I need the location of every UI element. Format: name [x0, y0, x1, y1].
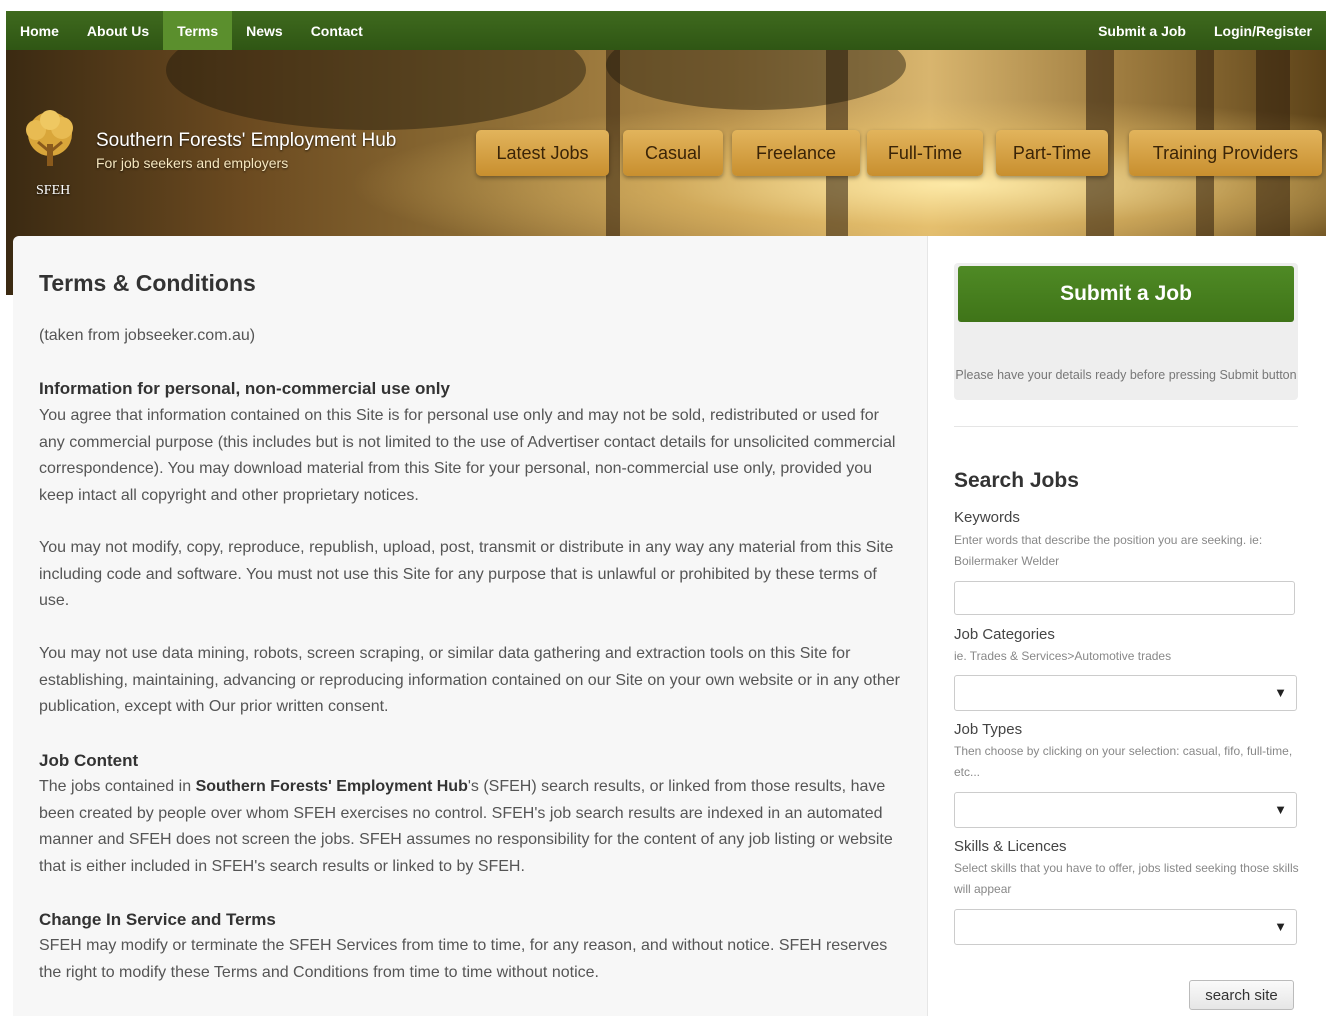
skills-licences-help: Select skills that you have to offer, jo…	[954, 861, 1299, 896]
chevron-down-icon: ▼	[1274, 802, 1287, 817]
nav-left-group: Home About Us Terms News Contact	[6, 11, 377, 50]
site-abbreviation: SFEH	[36, 183, 71, 198]
category-latest-jobs[interactable]: Latest Jobs	[476, 130, 609, 176]
nav-login-register[interactable]: Login/Register	[1200, 11, 1326, 50]
job-categories-help: ie. Trades & Services>Automotive trades	[954, 649, 1172, 663]
keywords-help: Enter words that describe the position y…	[954, 533, 1263, 568]
skills-licences-label: Skills & Licences	[954, 838, 1067, 855]
chevron-down-icon: ▼	[1274, 685, 1287, 700]
section-heading-job-content: Job Content	[39, 751, 139, 770]
category-casual[interactable]: Casual	[623, 130, 723, 176]
job-content-intro: The jobs contained in	[39, 778, 192, 795]
category-training-providers[interactable]: Training Providers	[1129, 130, 1322, 176]
search-site-button[interactable]: search site	[1189, 980, 1294, 1010]
nav-submit-job[interactable]: Submit a Job	[1084, 11, 1200, 50]
submit-job-note: Please have your details ready before pr…	[955, 368, 1297, 382]
category-full-time[interactable]: Full-Time	[867, 130, 983, 176]
nav-terms[interactable]: Terms	[163, 11, 233, 50]
nav-home[interactable]: Home	[6, 11, 73, 50]
nav-about-us[interactable]: About Us	[73, 11, 163, 50]
job-categories-label: Job Categories	[954, 626, 1055, 643]
section-paragraph: You may not modify, copy, reproduce, rep…	[39, 539, 894, 609]
section-paragraph: You may not use data mining, robots, scr…	[39, 645, 900, 715]
main-content: Terms & Conditions (taken from jobseeker…	[13, 236, 927, 1016]
section-paragraph: You agree that information contained on …	[39, 407, 896, 504]
nav-contact[interactable]: Contact	[297, 11, 377, 50]
section-paragraph-job-content: The jobs contained in Southern Forests' …	[39, 774, 909, 880]
sidebar: Submit a Job Please have your details re…	[927, 236, 1326, 1016]
site-title: Southern Forests' Employment Hub	[96, 130, 397, 151]
page-title: Terms & Conditions	[39, 270, 256, 296]
skills-licences-select[interactable]: ▼	[954, 909, 1297, 945]
section-heading-change-in-service: Change In Service and Terms	[39, 910, 276, 929]
search-jobs-title: Search Jobs	[954, 469, 1079, 492]
keywords-input[interactable]	[954, 581, 1295, 615]
nav-right-group: Submit a Job Login/Register	[1084, 11, 1326, 50]
keywords-label: Keywords	[954, 509, 1020, 526]
section-paragraph: SFEH may modify or terminate the SFEH Se…	[39, 937, 888, 981]
site-subtitle: For job seekers and employers	[96, 155, 289, 171]
job-types-label: Job Types	[954, 721, 1023, 738]
banner-foliage	[166, 50, 586, 130]
category-freelance[interactable]: Freelance	[732, 130, 860, 176]
submit-job-box: Submit a Job Please have your details re…	[954, 263, 1298, 400]
submit-job-button[interactable]: Submit a Job	[958, 266, 1294, 322]
nav-news[interactable]: News	[232, 11, 297, 50]
site-name-bold: Southern Forests' Employment Hub	[195, 778, 468, 795]
job-types-select[interactable]: ▼	[954, 792, 1297, 828]
section-heading-personal-use: Information for personal, non-commercial…	[39, 379, 450, 398]
chevron-down-icon: ▼	[1274, 919, 1287, 934]
tree-logo-icon	[26, 110, 73, 166]
category-part-time[interactable]: Part-Time	[996, 130, 1108, 176]
source-note: (taken from jobseeker.com.au)	[39, 327, 256, 344]
top-navigation: Home About Us Terms News Contact Submit …	[6, 11, 1326, 50]
sidebar-divider	[954, 426, 1298, 427]
banner-foliage	[606, 50, 906, 110]
job-categories-select[interactable]: ▼	[954, 675, 1297, 711]
job-types-help: Then choose by clicking on your selectio…	[954, 744, 1293, 779]
